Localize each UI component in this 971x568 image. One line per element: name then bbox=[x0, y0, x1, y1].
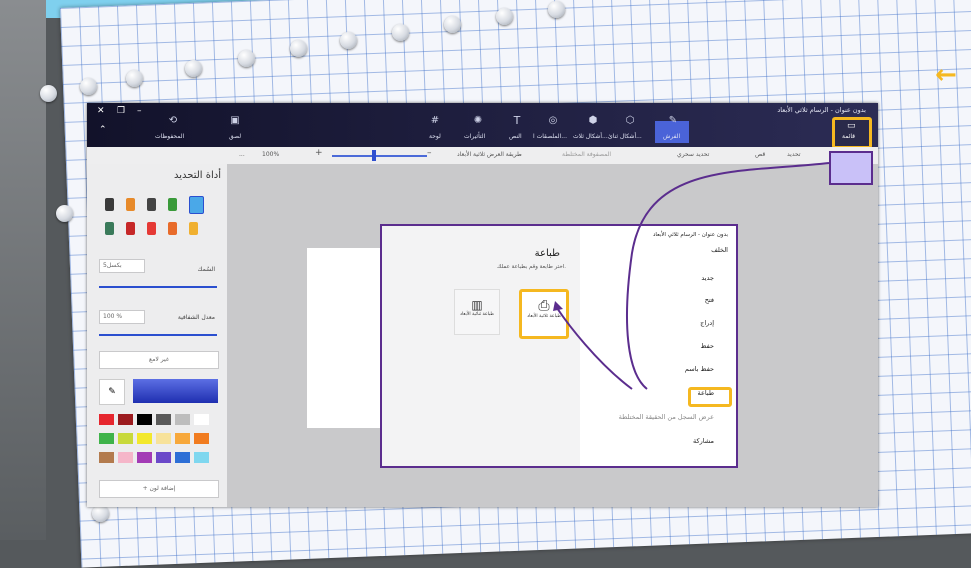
spiral-hole bbox=[56, 205, 73, 222]
spiral-hole bbox=[238, 50, 255, 67]
arrow-print-to-3d bbox=[556, 307, 633, 390]
spiral-hole bbox=[444, 16, 461, 33]
spiral-hole bbox=[126, 70, 143, 87]
callout-arrows bbox=[553, 162, 830, 390]
arrow-menu-to-print bbox=[626, 162, 830, 390]
spiral-hole bbox=[290, 40, 307, 57]
arrow-left-icon: ← bbox=[935, 60, 957, 90]
left-background bbox=[0, 0, 46, 540]
spiral-hole bbox=[496, 8, 513, 25]
spiral-hole bbox=[340, 32, 357, 49]
spiral-hole bbox=[40, 85, 57, 102]
spiral-hole bbox=[185, 60, 202, 77]
spiral-hole bbox=[548, 1, 565, 18]
spiral-hole bbox=[392, 24, 409, 41]
paint3d-screenshot: ✕ ❐ – ⌃ بدون عنوان - الرسام ثلاثي الأبعا… bbox=[87, 103, 878, 507]
spiral-hole bbox=[92, 505, 109, 522]
arrowhead bbox=[553, 301, 563, 311]
spiral-hole bbox=[80, 78, 97, 95]
